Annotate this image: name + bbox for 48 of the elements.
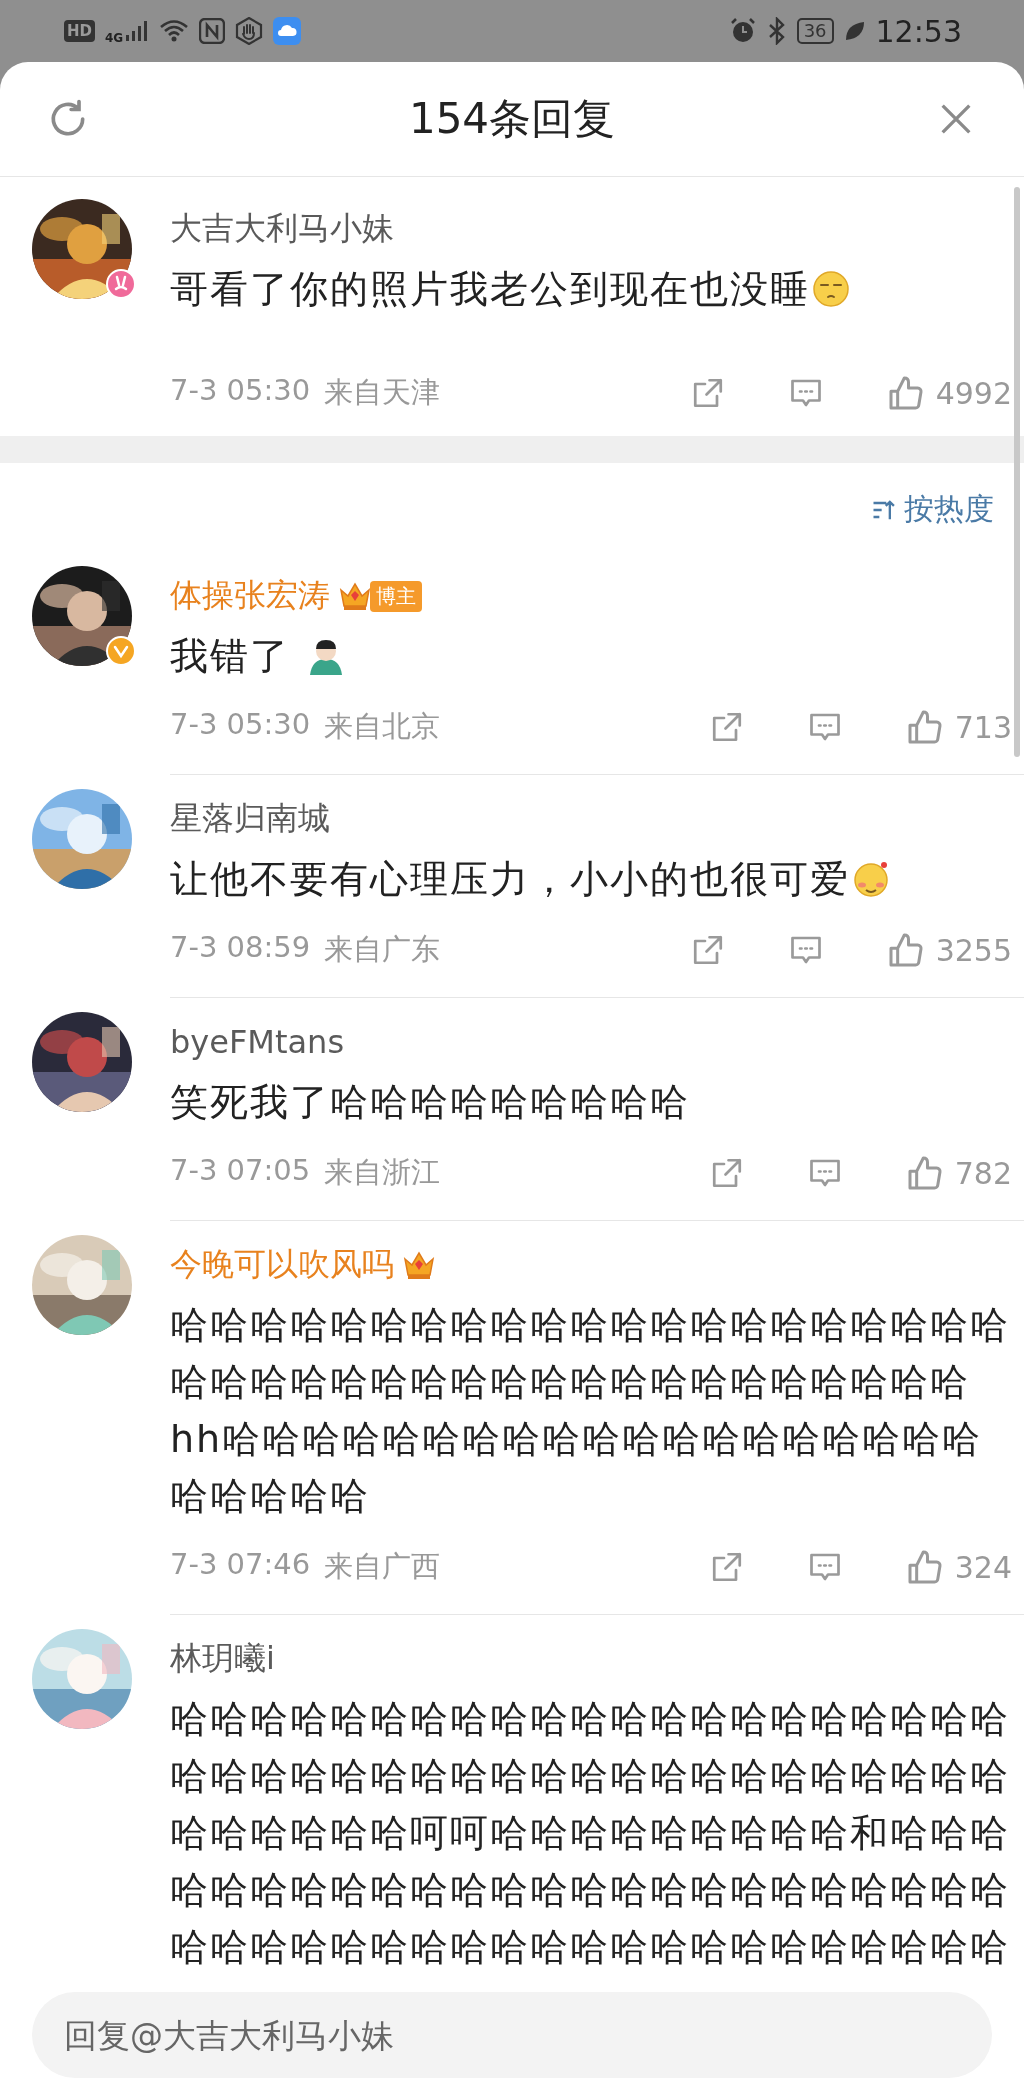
signal-icon (125, 19, 150, 43)
comment-text: 我错了 (170, 628, 1012, 685)
user-name[interactable]: 大吉大利马小妹 (170, 207, 394, 251)
crown-icon (402, 1249, 436, 1281)
panel-title: 154条回复 (408, 93, 616, 145)
like-button[interactable]: 3255 (885, 930, 1012, 970)
comment-location: 来自天津 (324, 374, 441, 411)
sort-button[interactable]: 按热度 (870, 489, 994, 530)
user-name[interactable]: 体操张宏涛 (170, 574, 330, 618)
comment-time: 7-3 07:05 (170, 1153, 311, 1189)
user-name[interactable]: 林玥曦i (170, 1637, 275, 1681)
battery-level: 36 (796, 18, 834, 44)
comment-text: 哈哈哈哈哈哈哈哈哈哈哈哈哈哈哈哈哈哈哈哈哈哈哈哈哈哈哈哈哈哈哈哈哈哈哈哈哈哈哈哈哈hh哈哈哈哈哈哈哈哈哈哈哈哈哈哈哈哈哈哈哈哈哈哈哈哈 (170, 1302, 1011, 1520)
leaf-icon (843, 20, 866, 42)
verified-badge-icon (106, 636, 136, 666)
comment-text: 哥看了你的照片我老公到现在也没睡 (170, 259, 1012, 319)
hand-icon (235, 17, 264, 45)
comment-text: 让他不要有心理压力，小小的也很可爱 (170, 851, 1012, 908)
blogger-badge: 博主 (370, 580, 422, 612)
bunny-badge-icon (106, 269, 136, 299)
clock-time: 12:53 (875, 13, 962, 49)
comment-time: 7-3 07:46 (170, 1547, 311, 1583)
like-button[interactable]: 324 (904, 1547, 1012, 1587)
cloud-icon (273, 17, 302, 45)
comment-text: 哈哈哈哈哈哈哈哈哈哈哈哈哈哈哈哈哈哈哈哈哈哈哈哈哈哈哈哈哈哈哈哈哈哈哈哈哈哈哈哈哈哈哈哈哈哈哈哈呵呵哈哈哈哈哈哈哈哈哈和哈哈哈哈哈哈哈哈哈哈哈哈哈哈哈哈哈哈哈哈哈哈哈哈哈哈哈哈哈哈哈哈哈哈哈哈哈哈哈哈哈哈哈哈哈 (170, 1696, 1011, 1971)
comment-text: 笑死我了哈哈哈哈哈哈哈哈哈 (170, 1079, 691, 1126)
reply-field[interactable]: 回复@大吉大利马小妹 (32, 1992, 992, 2078)
comment-time: 7-3 05:30 (170, 707, 311, 743)
crown-icon (338, 580, 372, 612)
like-button[interactable]: 4992 (885, 373, 1012, 413)
comment-location: 来自浙江 (324, 1154, 441, 1191)
comment-location: 来自广东 (324, 931, 441, 968)
wifi-icon (159, 19, 190, 43)
scrollbar[interactable] (1014, 187, 1020, 757)
user-name[interactable]: 星落归南城 (170, 797, 330, 841)
emoji-icon (852, 860, 890, 898)
comment-time: 7-3 08:59 (170, 930, 311, 966)
emoji-icon (812, 270, 850, 308)
network-type: 4G (105, 31, 124, 45)
user-name[interactable]: byeFMtans (170, 1023, 345, 1061)
like-button[interactable]: 713 (904, 707, 1012, 747)
nfc-icon (199, 18, 226, 44)
comment-time: 7-3 05:30 (170, 373, 311, 409)
hd-badge: HD (64, 20, 95, 42)
like-button[interactable]: 782 (904, 1153, 1012, 1193)
comment-location: 来自北京 (324, 708, 441, 745)
user-name[interactable]: 今晚可以吹风吗 (170, 1243, 394, 1287)
comment-location: 来自广西 (324, 1548, 441, 1585)
